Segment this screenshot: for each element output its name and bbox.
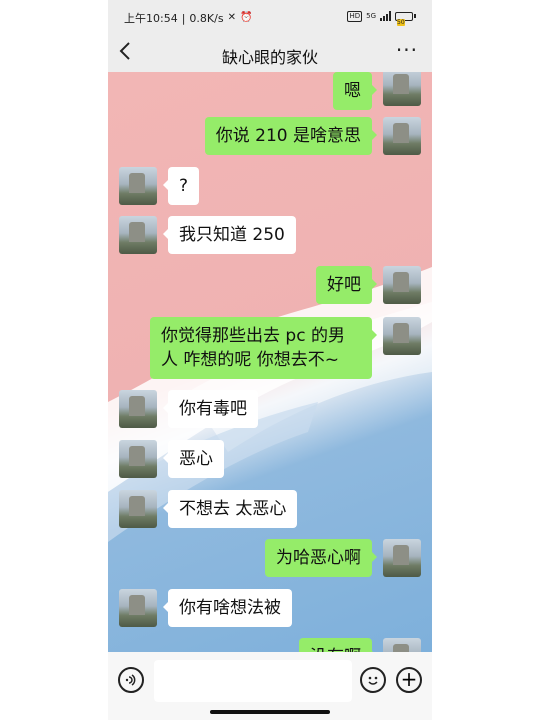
emoji-icon[interactable] [360,667,386,693]
plus-icon[interactable]: + [396,667,422,693]
avatar[interactable] [383,72,421,106]
alarm-icon: ⏰ [239,12,253,23]
avatar[interactable] [119,167,157,205]
voice-icon[interactable] [118,667,144,693]
message-row: 为哈恶心啊 [108,539,432,579]
message-input[interactable] [154,660,352,702]
message-row: 好吧 [108,266,432,306]
avatar[interactable] [119,440,157,478]
network-label: 5G [366,12,376,20]
avatar[interactable] [383,266,421,304]
battery-icon: 50 [395,11,416,26]
message-bubble[interactable]: 为哈恶心啊 [265,539,377,577]
phone-screen: 上午10:54 | 0.8K/s ✕ ⏰ HD 5G 50 缺心眼的家伙 ··· [108,0,432,720]
avatar[interactable] [383,539,421,577]
more-icon[interactable]: ··· [396,38,418,62]
message-bubble[interactable]: 你说 210 是啥意思 [204,117,378,155]
message-row: 没有啊 [108,638,432,652]
message-row: 恶心 [108,440,432,480]
message-bubble[interactable]: 你有啥想法被 [163,589,292,627]
status-speed: 0.8K/s [189,11,224,25]
signal-icon [380,11,391,21]
avatar[interactable] [383,317,421,355]
battery-level: 50 [397,18,405,26]
status-separator: | [181,11,186,25]
message-bubble[interactable]: 嗯 [333,72,377,110]
status-bar: 上午10:54 | 0.8K/s ✕ ⏰ HD 5G 50 [108,0,432,34]
message-row: 你有啥想法被 [108,589,432,629]
avatar[interactable] [119,216,157,254]
message-bubble[interactable]: 恶心 [163,440,224,478]
home-indicator[interactable] [210,710,330,714]
avatar[interactable] [119,490,157,528]
status-time: 上午10:54 [124,12,178,25]
message-row: 嗯 [108,72,432,110]
message-bubble[interactable]: ? [162,167,200,205]
message-row: 不想去 太恶心 [108,490,432,530]
message-bubble[interactable]: 没有啊 [299,638,377,652]
message-bubble[interactable]: 我只知道 250 [163,216,296,254]
message-bubble[interactable]: 你有毒吧 [163,390,258,428]
message-bubble[interactable]: 好吧 [316,266,377,304]
mute-icon: ✕ [227,12,236,23]
message-row: 我只知道 250 [108,216,432,256]
avatar[interactable] [383,117,421,155]
chat-header: 缺心眼的家伙 ··· [108,34,432,72]
chat-title: 缺心眼的家伙 [221,48,318,67]
avatar[interactable] [119,390,157,428]
message-row: ? [108,167,432,207]
chat-area[interactable]: 嗯 你说 210 是啥意思 ? 我只知道 250 好吧 你觉得那些出去 pc 的… [108,72,432,652]
hd-icon: HD [347,10,363,22]
message-bubble[interactable]: 不想去 太恶心 [162,490,298,528]
message-row: 你有毒吧 [108,390,432,430]
avatar[interactable] [119,589,157,627]
message-row: 你觉得那些出去 pc 的男人 咋想的呢 你想去不~ [108,317,432,381]
message-row: 你说 210 是啥意思 [108,117,432,157]
avatar[interactable] [383,638,421,652]
message-bubble[interactable]: 你觉得那些出去 pc 的男人 咋想的呢 你想去不~ [150,317,377,379]
